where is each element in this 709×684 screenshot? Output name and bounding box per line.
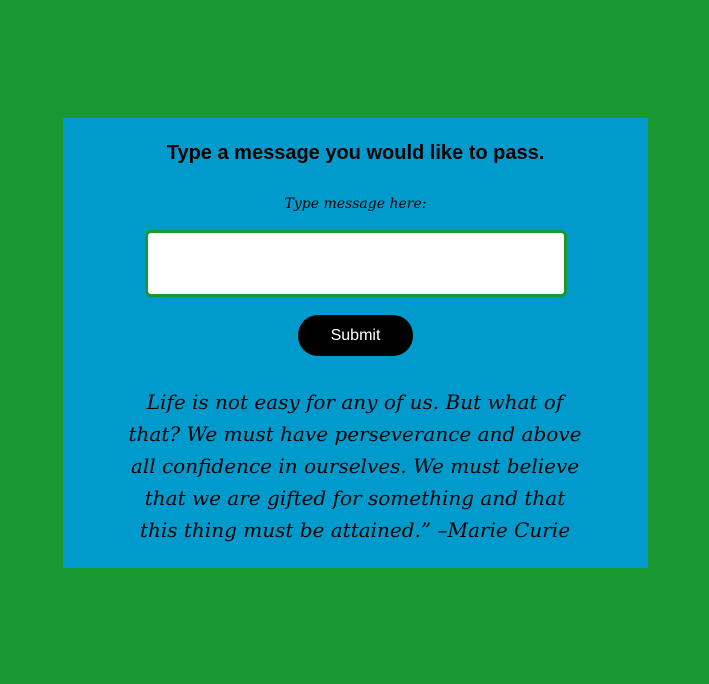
message-label: Type message here: [284,196,427,212]
message-card: Type a message you would like to pass. T… [63,118,648,568]
quote-text: Life is not easy for any of us. But what… [128,390,582,542]
message-input[interactable] [145,230,567,297]
form-heading: Type a message you would like to pass. [166,142,545,164]
submit-button[interactable]: Submit [298,315,413,356]
